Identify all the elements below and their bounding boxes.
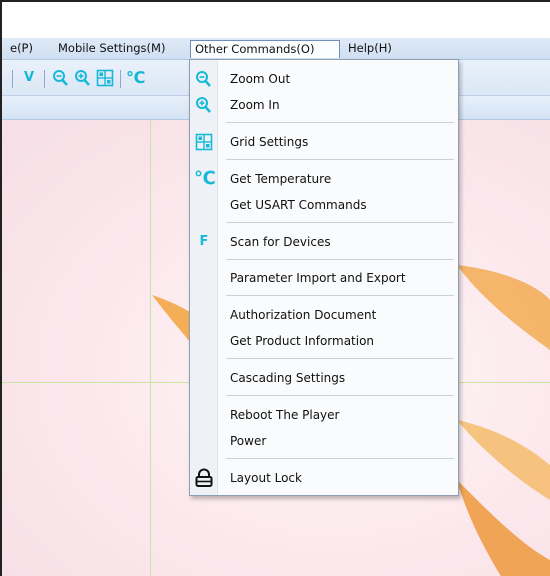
menu-item-scan-for-devices[interactable]: F Scan for Devices xyxy=(190,231,458,253)
menu-item-zoom-in[interactable]: Zoom In xyxy=(190,94,458,116)
grid-icon xyxy=(194,132,214,152)
menu-item-label: Get Product Information xyxy=(230,334,375,348)
menu-other-commands[interactable]: Other Commands(O) xyxy=(190,40,340,58)
menu-item-label: Authorization Document xyxy=(230,308,377,322)
menu-item-power[interactable]: Power xyxy=(190,430,458,452)
menu-bar: e(P) Mobile Settings(M) Other Commands(O… xyxy=(2,38,550,60)
menu-item-label: Cascading Settings xyxy=(230,371,346,385)
menu-item-partial[interactable]: e(P) xyxy=(6,40,37,58)
menu-item-grid-settings[interactable]: Grid Settings xyxy=(190,131,458,153)
grid-icon[interactable] xyxy=(96,68,114,88)
menu-item-label: Get USART Commands xyxy=(230,198,367,212)
menu-item-label: Reboot The Player xyxy=(230,408,340,422)
menu-item-label: Parameter Import and Export xyxy=(230,271,406,285)
v-icon[interactable]: V xyxy=(20,68,38,88)
zoom-out-icon[interactable] xyxy=(52,68,70,88)
menu-separator xyxy=(226,122,454,123)
menu-item-parameter-import-export[interactable]: Parameter Import and Export xyxy=(190,267,458,289)
lock-icon xyxy=(194,468,214,488)
menu-item-label: Get Temperature xyxy=(230,172,332,186)
menu-item-reboot-player[interactable]: Reboot The Player xyxy=(190,404,458,426)
zoom-in-icon xyxy=(194,95,214,115)
f-icon: F xyxy=(199,234,209,249)
celsius-icon[interactable]: ℃ xyxy=(126,68,145,88)
menu-separator xyxy=(226,358,454,359)
app-window: e(P) Mobile Settings(M) Other Commands(O… xyxy=(0,0,550,576)
menu-item-label: Zoom In xyxy=(230,98,280,112)
menu-item-layout-lock[interactable]: Layout Lock xyxy=(190,467,458,489)
other-commands-dropdown: Zoom Out Zoom In Grid Settings ℃ Get Tem… xyxy=(189,59,459,496)
menu-item-cascading-settings[interactable]: Cascading Settings xyxy=(190,367,458,389)
menu-item-get-product-information[interactable]: Get Product Information xyxy=(190,330,458,352)
menu-mobile-settings[interactable]: Mobile Settings(M) xyxy=(54,40,169,58)
menu-item-label: Layout Lock xyxy=(230,471,302,485)
toolbar-separator xyxy=(44,70,45,88)
menu-separator xyxy=(226,395,454,396)
menu-separator xyxy=(226,259,454,260)
menu-help[interactable]: Help(H) xyxy=(344,40,396,58)
menu-item-label: Scan for Devices xyxy=(230,235,331,249)
toolbar-separator xyxy=(120,70,121,88)
menu-item-label: Power xyxy=(230,434,267,448)
menu-item-label: Grid Settings xyxy=(230,135,309,149)
celsius-icon: ℃ xyxy=(194,168,216,189)
menu-item-get-temperature[interactable]: ℃ Get Temperature xyxy=(190,168,458,190)
menu-item-authorization-document[interactable]: Authorization Document xyxy=(190,304,458,326)
toolbar-separator xyxy=(12,70,13,88)
zoom-in-icon[interactable] xyxy=(74,68,92,88)
menu-item-label: Zoom Out xyxy=(230,72,291,86)
menu-item-get-usart-commands[interactable]: Get USART Commands xyxy=(190,194,458,216)
menu-separator xyxy=(226,222,454,223)
menu-separator xyxy=(226,295,454,296)
menu-separator xyxy=(226,159,454,160)
menu-item-zoom-out[interactable]: Zoom Out xyxy=(190,68,458,90)
menu-separator xyxy=(226,458,454,459)
zoom-out-icon xyxy=(194,69,214,89)
